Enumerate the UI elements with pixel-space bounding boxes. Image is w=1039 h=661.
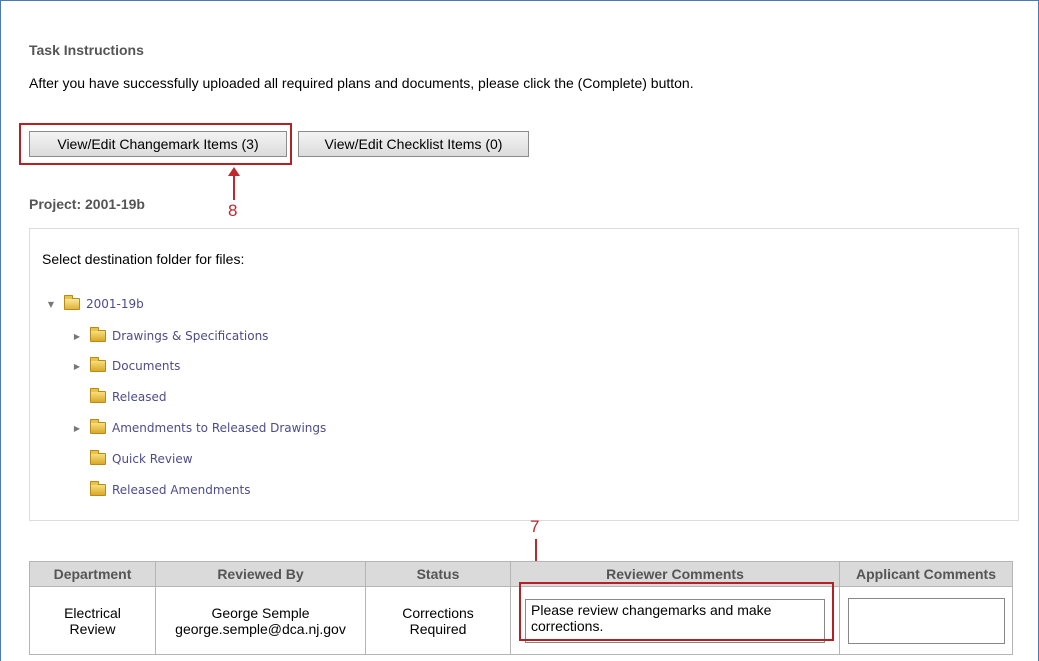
tree-item-label[interactable]: Released [112, 390, 167, 404]
folder-prompt: Select destination folder for files: [42, 251, 245, 267]
tree-item-label[interactable]: Amendments to Released Drawings [112, 421, 326, 435]
status-line: Corrections [402, 604, 474, 621]
collapsed-triangle-icon[interactable]: ▶ [72, 332, 82, 341]
department-line: Electrical [64, 604, 121, 621]
callout-number-7: 7 [530, 517, 540, 536]
folder-icon [90, 450, 106, 465]
callout-box-reviewer-comment [519, 582, 834, 641]
tree-item-released[interactable]: Released [72, 388, 167, 404]
reviewer-name: George Semple [211, 604, 310, 621]
expanded-triangle-icon[interactable]: ▼ [46, 300, 56, 309]
status-cell: Corrections Required [365, 586, 511, 655]
applicant-comments-cell [839, 586, 1013, 655]
folder-icon [90, 419, 106, 434]
folder-icon [90, 481, 106, 496]
task-instructions-heading: Task Instructions [29, 42, 144, 58]
folder-panel: Select destination folder for files: ▼ 2… [29, 228, 1019, 521]
tree-root-label[interactable]: 2001-19b [86, 297, 144, 311]
folder-icon [90, 357, 106, 372]
tree-item-drawings[interactable]: ▶ Drawings & Specifications [72, 327, 268, 343]
tree-item-label[interactable]: Documents [112, 359, 180, 373]
department-cell: Electrical Review [29, 586, 156, 655]
tree-item-label[interactable]: Released Amendments [112, 483, 250, 497]
callout-arrow-up-icon [228, 167, 240, 200]
open-folder-icon [64, 295, 80, 310]
tree-item-label[interactable]: Drawings & Specifications [112, 329, 268, 343]
tree-item-label[interactable]: Quick Review [112, 452, 193, 466]
collapsed-triangle-icon[interactable]: ▶ [72, 424, 82, 433]
tree-item-amendments[interactable]: ▶ Amendments to Released Drawings [72, 419, 326, 435]
header-status: Status [365, 561, 511, 587]
tree-item-documents[interactable]: ▶ Documents [72, 357, 180, 373]
tree-item-quick-review[interactable]: Quick Review [72, 450, 193, 466]
header-applicant-comments: Applicant Comments [839, 561, 1013, 587]
department-line: Review [69, 620, 116, 637]
reviewer-email: george.semple@dca.nj.gov [175, 620, 346, 637]
project-title: Project: 2001-19b [29, 196, 145, 212]
view-edit-checklist-button[interactable]: View/Edit Checklist Items (0) [298, 131, 529, 157]
status-line: Required [409, 620, 467, 637]
folder-icon [90, 327, 106, 342]
task-instructions-text: After you have successfully uploaded all… [29, 75, 694, 91]
tree-item-released-amendments[interactable]: Released Amendments [72, 481, 250, 497]
folder-icon [90, 388, 106, 403]
callout-number-8: 8 [228, 201, 238, 220]
header-department: Department [29, 561, 156, 587]
applicant-comment-field[interactable] [847, 597, 1005, 644]
header-reviewed-by: Reviewed By [155, 561, 366, 587]
collapsed-triangle-icon[interactable]: ▶ [72, 362, 82, 371]
callout-box-changemark [19, 123, 292, 165]
tree-root-2001-19b[interactable]: ▼ 2001-19b [46, 295, 144, 311]
reviewed-by-cell: George Semple george.semple@dca.nj.gov [155, 586, 366, 655]
